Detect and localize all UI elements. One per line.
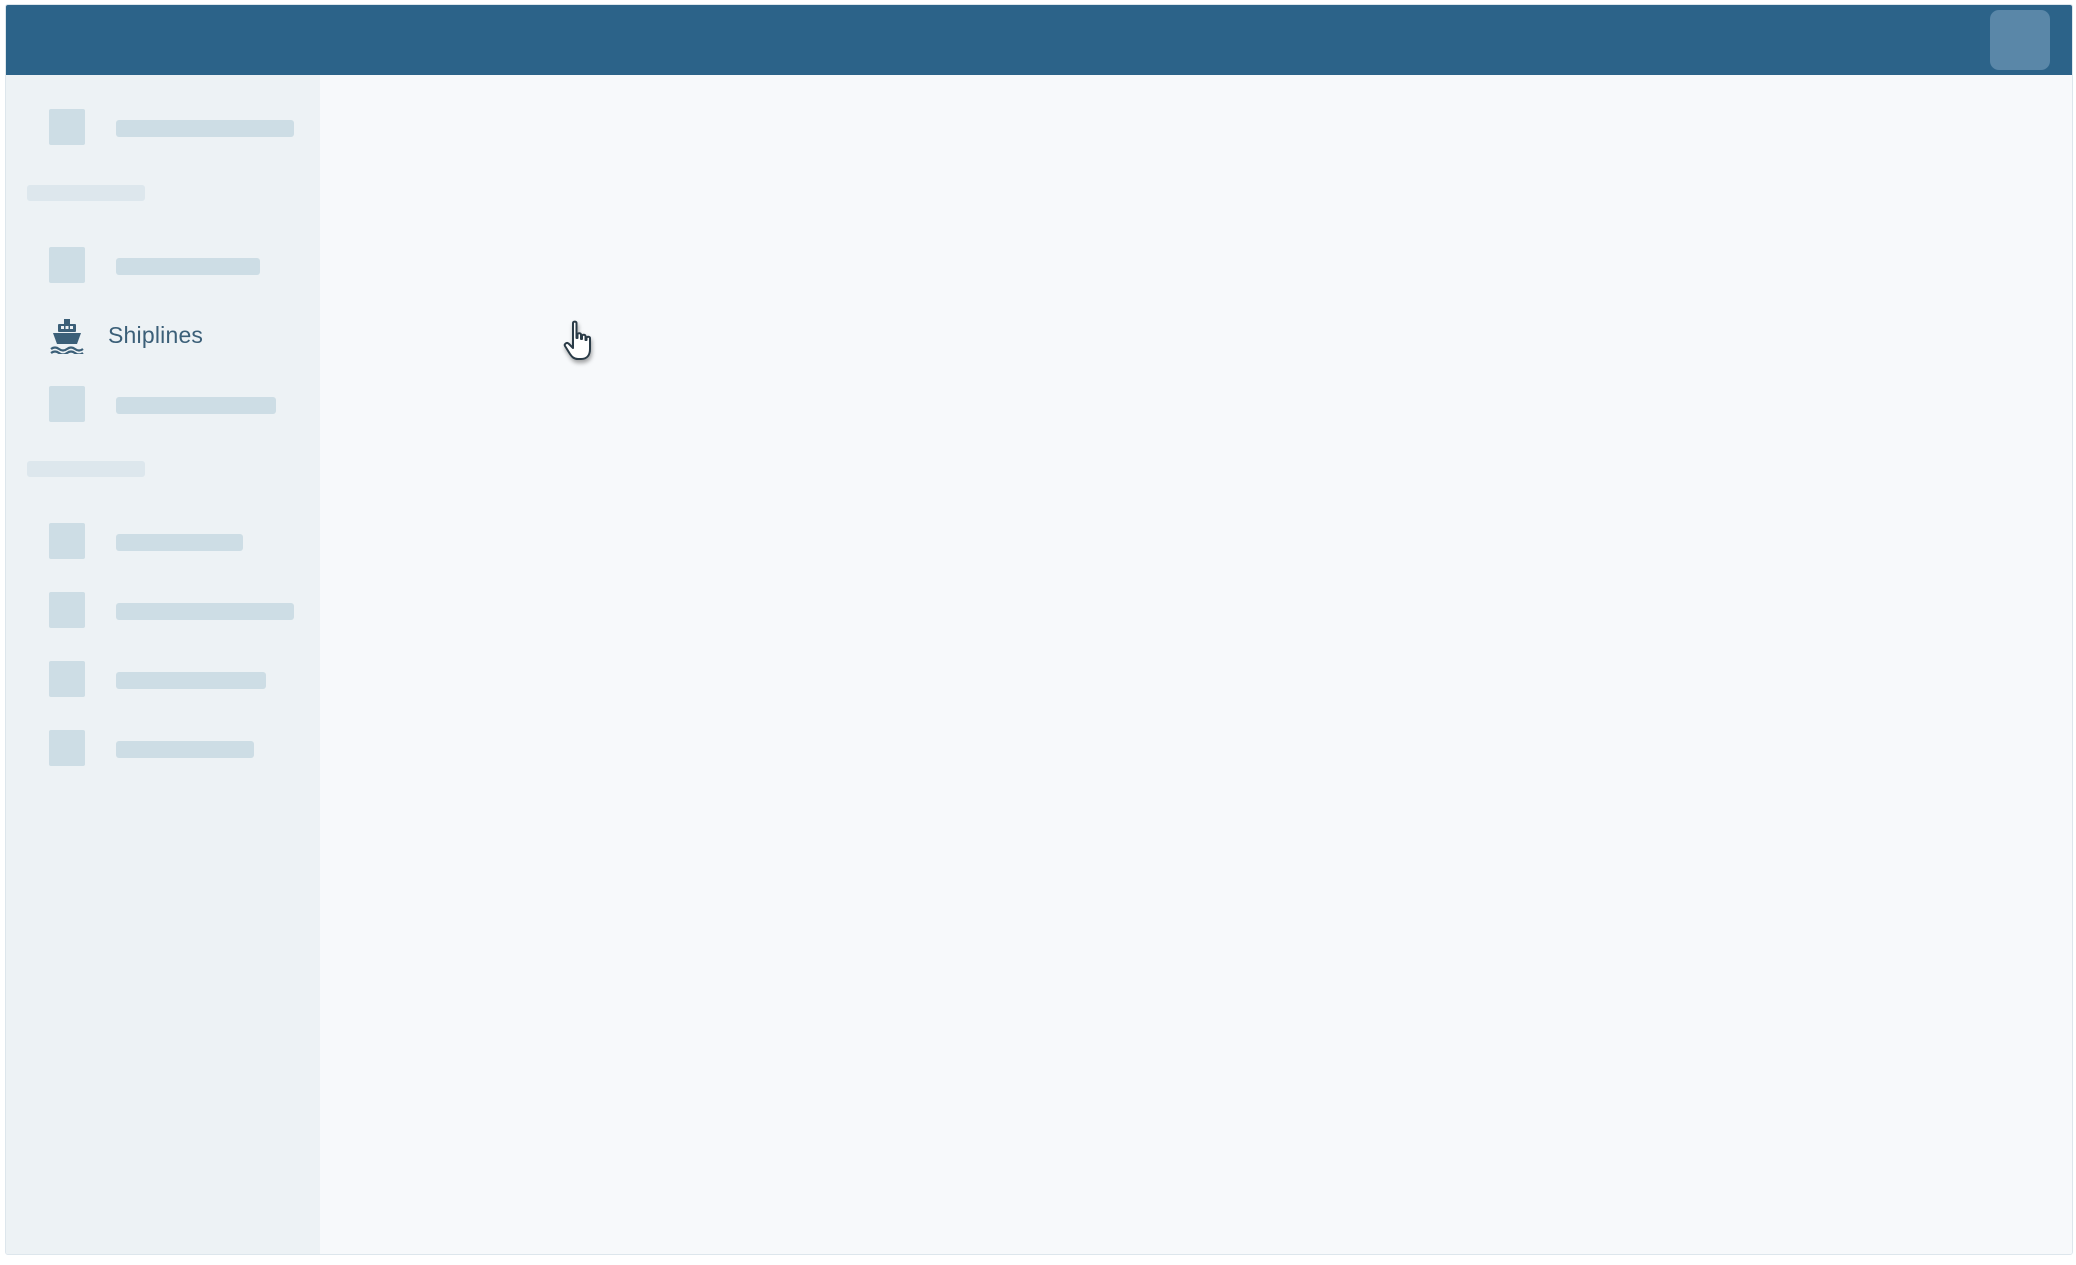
sidebar-item-placeholder[interactable] [6,585,320,635]
sidebar-item-shiplines[interactable]: Shiplines [6,310,320,360]
placeholder-icon [49,247,85,283]
ship-icon [50,318,84,356]
top-bar [6,5,2072,75]
placeholder-icon [49,730,85,766]
sidebar-item-placeholder[interactable] [6,240,320,290]
placeholder-icon [49,661,85,697]
sidebar-item-placeholder[interactable] [6,654,320,704]
main-content [320,75,2072,1254]
placeholder-icon [49,592,85,628]
app-window: Shiplines [5,4,2073,1255]
placeholder-label [116,603,294,620]
placeholder-label [116,741,254,758]
top-bar-action-button[interactable] [1990,10,2050,70]
placeholder-icon [49,109,85,145]
sidebar-item-label: Shiplines [108,322,204,348]
sidebar-item-placeholder[interactable] [6,102,320,152]
placeholder-label [116,258,260,275]
placeholder-label [116,120,294,137]
placeholder-icon [49,523,85,559]
section-heading-placeholder [27,185,145,201]
sidebar-item-placeholder[interactable] [6,516,320,566]
sidebar-item-placeholder[interactable] [6,723,320,773]
placeholder-label [116,672,266,689]
placeholder-label [116,397,276,414]
sidebar-item-placeholder[interactable] [6,379,320,429]
placeholder-icon [49,386,85,422]
sidebar: Shiplines [6,75,320,1254]
section-heading-placeholder [27,461,145,477]
placeholder-label [116,534,243,551]
hand-pointer-icon [562,320,598,364]
